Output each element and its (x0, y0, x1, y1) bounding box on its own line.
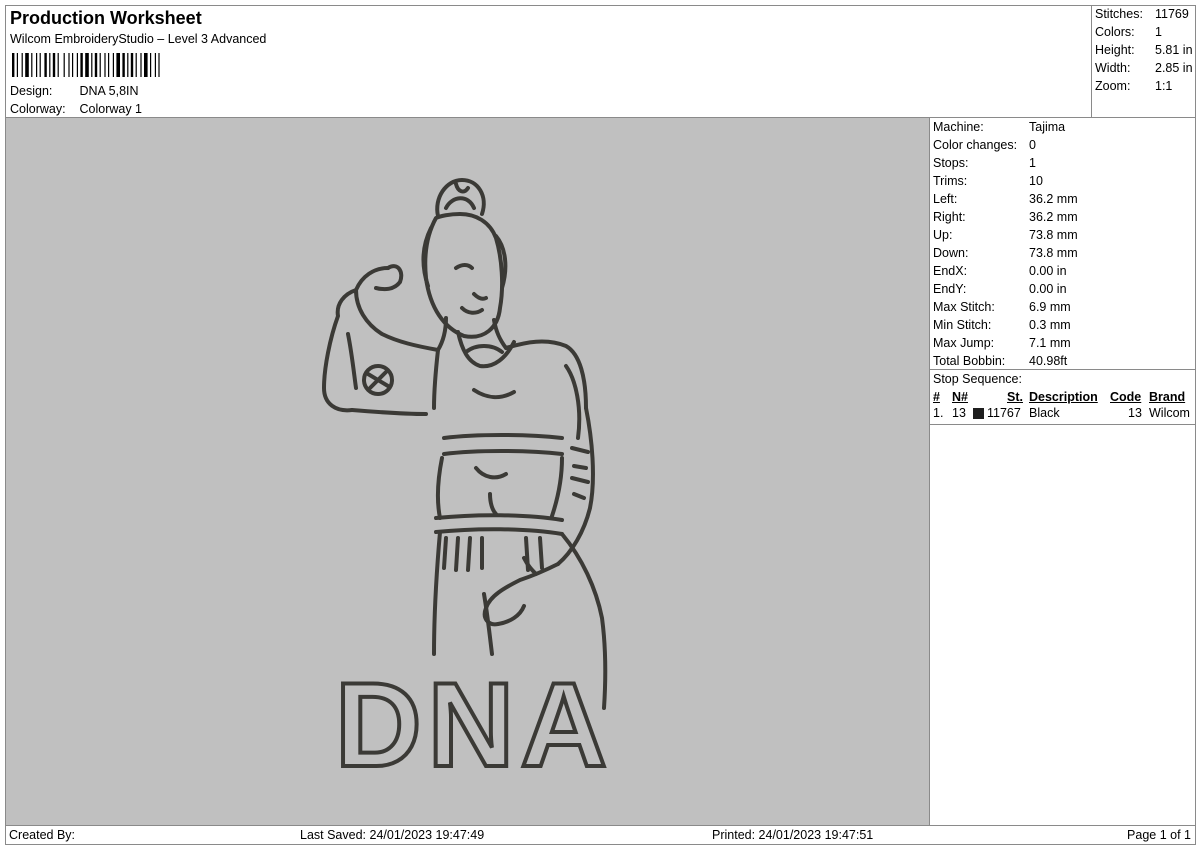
detail-row: Left: 36.2 mm (933, 192, 1078, 206)
last-saved: Last Saved: 24/01/2023 19:47:49 (300, 828, 485, 842)
summary-label: Colors: (1095, 25, 1135, 39)
detail-row: Machine: Tajima (933, 120, 1065, 134)
detail-value: 0 (1029, 138, 1036, 152)
detail-label: Right: (933, 210, 966, 224)
detail-value: 73.8 mm (1029, 246, 1078, 260)
embroidery-design: DNA (322, 178, 613, 794)
figure-outline-icon (322, 178, 608, 710)
detail-label: Max Stitch: (933, 300, 995, 314)
row-code: 13 (1128, 406, 1142, 420)
detail-label: EndY: (933, 282, 967, 296)
detail-row: EndX: 0.00 in (933, 264, 1067, 278)
summary-label: Height: (1095, 43, 1135, 57)
worksheet-header: Production Worksheet Wilcom EmbroiderySt… (5, 5, 1092, 118)
page-number: Page 1 of 1 (1127, 828, 1191, 842)
detail-value: 6.9 mm (1029, 300, 1071, 314)
col-description: Description (1029, 390, 1098, 404)
detail-label: Total Bobbin: (933, 354, 1006, 368)
summary-value: 11769 (1155, 7, 1189, 21)
summary-colors: Colors: 1 (1095, 25, 1162, 39)
detail-value: 0.00 in (1029, 264, 1067, 278)
summary-stitches: Stitches: 11769 (1095, 7, 1189, 21)
detail-label: EndX: (933, 264, 968, 278)
detail-label: Color changes: (933, 138, 1018, 152)
detail-row: Trims: 10 (933, 174, 1043, 188)
col-brand: Brand (1149, 390, 1186, 404)
detail-row: Total Bobbin: 40.98ft (933, 354, 1067, 368)
detail-label: Min Stitch: (933, 318, 992, 332)
stop-sequence-header: # N# St. Description Code Brand (930, 390, 1195, 407)
detail-row: EndY: 0.00 in (933, 282, 1067, 296)
row-brand: Wilcom (1149, 406, 1190, 420)
summary-panel: Stitches: 11769 Colors: 1 Height: 5.81 in W… (1091, 5, 1196, 118)
row-stitches: 11767 (987, 406, 1021, 420)
summary-label: Zoom: (1095, 79, 1131, 93)
design-preview: DNA (5, 117, 930, 826)
summary-zoom: Zoom: 1:1 (1095, 79, 1172, 93)
detail-label: Left: (933, 192, 958, 206)
row-needle: 13 (952, 406, 966, 420)
summary-label: Width: (1095, 61, 1131, 75)
barcode-icon (12, 53, 160, 77)
detail-value: 36.2 mm (1029, 210, 1078, 224)
worksheet-title: Production Worksheet (10, 8, 202, 28)
detail-label: Trims: (933, 174, 968, 188)
detail-label: Max Jump: (933, 336, 995, 350)
detail-row: Down: 73.8 mm (933, 246, 1078, 260)
stop-sequence-title: Stop Sequence: (933, 372, 1022, 386)
detail-value: Tajima (1029, 120, 1066, 134)
col-stitches: St. (1007, 390, 1023, 404)
printed-date: Printed: 24/01/2023 19:47:51 (712, 828, 874, 842)
col-code: Code (1110, 390, 1142, 404)
design-value: DNA 5,8IN (79, 84, 139, 98)
summary-value: 2.85 in (1155, 61, 1193, 75)
summary-value: 1 (1155, 25, 1162, 39)
detail-value: 36.2 mm (1029, 192, 1078, 206)
detail-label: Up: (933, 228, 953, 242)
design-label: Design: (10, 84, 53, 98)
detail-value: 0.3 mm (1029, 318, 1071, 332)
detail-value: 1 (1029, 156, 1036, 170)
col-num: # (933, 390, 940, 404)
row-num: 1. (933, 406, 944, 420)
detail-value: 10 (1029, 174, 1043, 188)
design-row: Design: DNA 5,8IN (10, 84, 139, 98)
detail-row: Min Stitch: 0.3 mm (933, 318, 1071, 332)
detail-value: 40.98ft (1029, 354, 1068, 368)
summary-width: Width: 2.85 in (1095, 61, 1193, 75)
divider (930, 369, 1195, 370)
detail-row: Max Jump: 7.1 mm (933, 336, 1071, 350)
detail-row: Right: 36.2 mm (933, 210, 1078, 224)
divider (930, 424, 1195, 425)
detail-value: 7.1 mm (1029, 336, 1071, 350)
detail-label: Machine: (933, 120, 984, 134)
worksheet-footer: Created By: Last Saved: 24/01/2023 19:47… (5, 825, 1196, 845)
summary-value: 5.81 in (1155, 43, 1193, 57)
detail-row: Max Stitch: 6.9 mm (933, 300, 1071, 314)
row-description: Black (1029, 406, 1060, 420)
design-lettering: DNA (335, 658, 613, 792)
detail-row: Up: 73.8 mm (933, 228, 1078, 242)
thread-color-swatch (973, 408, 984, 419)
created-by: Created By: (9, 828, 76, 842)
software-name: Wilcom EmbroideryStudio – Level 3 Advanc… (10, 32, 267, 46)
detail-value: 73.8 mm (1029, 228, 1078, 242)
summary-label: Stitches: (1095, 7, 1143, 21)
details-panel: Machine: Tajima Color changes: 0 Stops: 1 Trim… (929, 117, 1196, 826)
detail-label: Stops: (933, 156, 969, 170)
summary-height: Height: 5.81 in (1095, 43, 1193, 57)
colorway-label: Colorway: (10, 102, 66, 116)
detail-row: Color changes: 0 (933, 138, 1036, 152)
detail-label: Down: (933, 246, 969, 260)
summary-value: 1:1 (1155, 79, 1173, 93)
colorway-value: Colorway 1 (79, 102, 143, 116)
col-needle: N# (952, 390, 968, 404)
colorway-row: Colorway: Colorway 1 (10, 102, 142, 116)
detail-row: Stops: 1 (933, 156, 1036, 170)
detail-value: 0.00 in (1029, 282, 1067, 296)
